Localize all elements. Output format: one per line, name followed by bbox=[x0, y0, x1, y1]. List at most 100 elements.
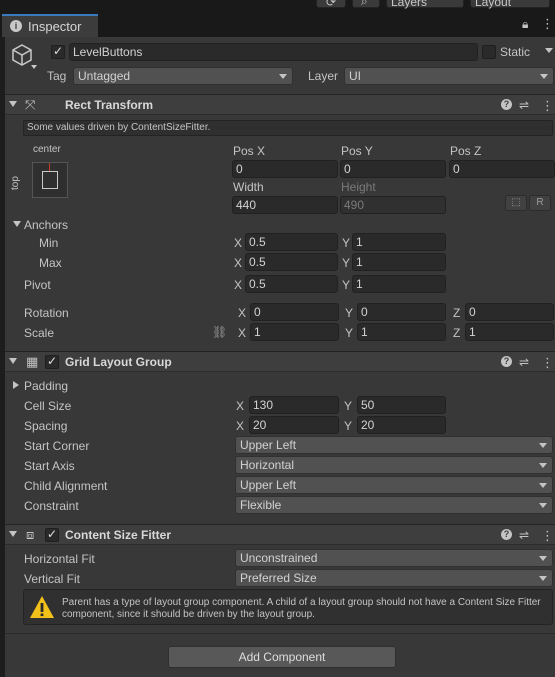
constraint-dropdown[interactable]: Flexible bbox=[235, 496, 553, 514]
pivot-y-field[interactable]: 1 bbox=[352, 275, 446, 293]
tag-dropdown[interactable]: Untagged bbox=[73, 67, 293, 85]
active-checkbox[interactable] bbox=[51, 44, 65, 59]
anchor-preset-v-label: top bbox=[10, 176, 21, 190]
search-button[interactable]: ⌕ bbox=[352, 0, 380, 8]
tab-label: Inspector bbox=[28, 19, 82, 34]
horizontal-fit-dropdown[interactable]: Unconstrained bbox=[235, 549, 553, 567]
vertical-fit-label: Vertical Fit bbox=[24, 572, 81, 586]
chevron-down-icon bbox=[539, 576, 547, 581]
cell-size-y-field[interactable]: 50 bbox=[357, 396, 446, 414]
spacing-x-field[interactable]: 20 bbox=[249, 416, 339, 434]
width-field[interactable]: 440 bbox=[232, 196, 338, 214]
anchor-preset-button[interactable] bbox=[32, 162, 68, 198]
start-axis-dropdown[interactable]: Horizontal bbox=[235, 456, 553, 474]
spacing-label: Spacing bbox=[24, 419, 68, 433]
axis-x-label: X bbox=[238, 306, 247, 320]
max-label: Max bbox=[39, 256, 62, 270]
start-axis-label: Start Axis bbox=[24, 459, 75, 473]
layer-dropdown[interactable]: UI bbox=[344, 67, 554, 85]
help-icon[interactable]: ? bbox=[501, 356, 512, 367]
padding-foldout-icon[interactable] bbox=[13, 381, 19, 389]
chevron-down-icon bbox=[539, 443, 547, 448]
gameobject-name-field[interactable]: LevelButtons bbox=[69, 43, 478, 61]
anchor-max-x-field[interactable]: 0.5 bbox=[245, 253, 338, 271]
spacing-y-field[interactable]: 20 bbox=[357, 416, 446, 434]
preset-icon[interactable]: ⇌ bbox=[519, 355, 529, 369]
horizontal-fit-label: Horizontal Fit bbox=[24, 552, 95, 566]
static-checkbox[interactable] bbox=[482, 45, 496, 59]
scale-z-field[interactable]: 1 bbox=[465, 323, 554, 341]
add-component-button[interactable]: Add Component bbox=[168, 646, 396, 668]
axis-z-label: Z bbox=[453, 306, 461, 320]
component-title: Rect Transform bbox=[65, 98, 154, 112]
foldout-arrow-icon[interactable] bbox=[9, 358, 17, 364]
layout-warning-box: Parent has a type of layout group compon… bbox=[23, 589, 553, 625]
foldout-arrow-icon[interactable] bbox=[9, 101, 17, 107]
layers-dropdown[interactable]: Layers bbox=[386, 0, 464, 9]
tab-inspector[interactable]: i Inspector bbox=[2, 14, 98, 37]
preset-icon[interactable]: ⇌ bbox=[519, 528, 529, 542]
grid-layout-enabled-checkbox[interactable] bbox=[45, 354, 59, 369]
anchor-min-y-field[interactable]: 1 bbox=[352, 233, 446, 251]
pos-x-field[interactable]: 0 bbox=[232, 160, 338, 178]
anchor-top-marker bbox=[49, 163, 50, 171]
help-icon[interactable]: ? bbox=[501, 99, 512, 110]
start-corner-value: Upper Left bbox=[240, 438, 297, 452]
context-menu-icon[interactable]: ⋮ bbox=[541, 355, 554, 371]
pos-z-field[interactable]: 0 bbox=[449, 160, 555, 178]
axis-y-label: Y bbox=[344, 419, 353, 433]
layout-dropdown[interactable]: Layout bbox=[470, 0, 550, 9]
child-alignment-dropdown[interactable]: Upper Left bbox=[235, 476, 553, 494]
chevron-down-icon bbox=[540, 74, 548, 79]
chevron-down-icon bbox=[279, 74, 287, 79]
tag-value: Untagged bbox=[78, 69, 131, 83]
vertical-fit-dropdown[interactable]: Preferred Size bbox=[235, 569, 553, 587]
anchor-rect-icon bbox=[42, 171, 58, 189]
content-size-fitter-header[interactable]: ⧈ Content Size Fitter ? ⇌ ⋮ bbox=[5, 524, 555, 545]
top-toolbar: ⟳ ⌕ Layers Layout bbox=[0, 0, 555, 12]
preset-icon[interactable]: ⇌ bbox=[519, 98, 529, 112]
scale-y-field[interactable]: 1 bbox=[357, 323, 446, 341]
chevron-down-icon bbox=[539, 556, 547, 561]
warning-text: Parent has a type of layout group compon… bbox=[62, 597, 541, 620]
context-menu-icon[interactable]: ⋮ bbox=[541, 98, 554, 114]
grid-layout-header[interactable]: ▦ Grid Layout Group ? ⇌ ⋮ bbox=[5, 351, 555, 372]
rotation-y-field[interactable]: 0 bbox=[357, 303, 446, 321]
pos-z-label: Pos Z bbox=[450, 144, 482, 158]
chevron-down-icon bbox=[539, 503, 547, 508]
rotation-x-field[interactable]: 0 bbox=[250, 303, 339, 321]
content-size-fitter-enabled-checkbox[interactable] bbox=[45, 527, 59, 542]
start-corner-dropdown[interactable]: Upper Left bbox=[235, 436, 553, 454]
layer-value: UI bbox=[349, 69, 361, 83]
chevron-down-icon bbox=[539, 463, 547, 468]
tab-menu-icon[interactable]: ⋮ bbox=[541, 16, 554, 32]
context-menu-icon[interactable]: ⋮ bbox=[541, 528, 554, 544]
tag-label: Tag bbox=[47, 69, 67, 83]
rect-transform-header[interactable]: ⤧ Rect Transform ? ⇌ ⋮ bbox=[5, 94, 555, 115]
axis-x-label: X bbox=[236, 419, 245, 433]
rotation-label: Rotation bbox=[24, 306, 69, 320]
foldout-arrow-icon[interactable] bbox=[9, 531, 17, 537]
start-corner-label: Start Corner bbox=[24, 439, 90, 453]
anchors-foldout-icon[interactable] bbox=[13, 221, 21, 227]
anchor-max-y-field[interactable]: 1 bbox=[352, 253, 446, 271]
scale-x-field[interactable]: 1 bbox=[250, 323, 339, 341]
constrain-proportions-icon[interactable]: ⛓ bbox=[212, 325, 227, 339]
content-size-fitter-icon: ⧈ bbox=[26, 527, 35, 542]
raw-edit-button[interactable]: R bbox=[529, 195, 551, 211]
horizontal-fit-value: Unconstrained bbox=[240, 551, 318, 565]
layers-label: Layers bbox=[391, 0, 428, 9]
constraint-label: Constraint bbox=[24, 499, 79, 513]
anchor-min-x-field[interactable]: 0.5 bbox=[245, 233, 338, 251]
axis-y-label: Y bbox=[342, 256, 351, 270]
lock-icon[interactable]: 🔒︎ bbox=[522, 17, 528, 32]
help-icon[interactable]: ? bbox=[501, 529, 512, 540]
pivot-x-field[interactable]: 0.5 bbox=[245, 275, 338, 293]
rotation-z-field[interactable]: 0 bbox=[465, 303, 554, 321]
pos-y-field[interactable]: 0 bbox=[340, 160, 446, 178]
history-button[interactable]: ⟳ bbox=[316, 0, 346, 9]
cell-size-x-field[interactable]: 130 bbox=[249, 396, 339, 414]
blueprint-mode-button[interactable]: ⬚ bbox=[505, 195, 527, 211]
history-icon: ⟳ bbox=[326, 0, 337, 9]
static-dropdown-icon[interactable] bbox=[545, 48, 553, 53]
